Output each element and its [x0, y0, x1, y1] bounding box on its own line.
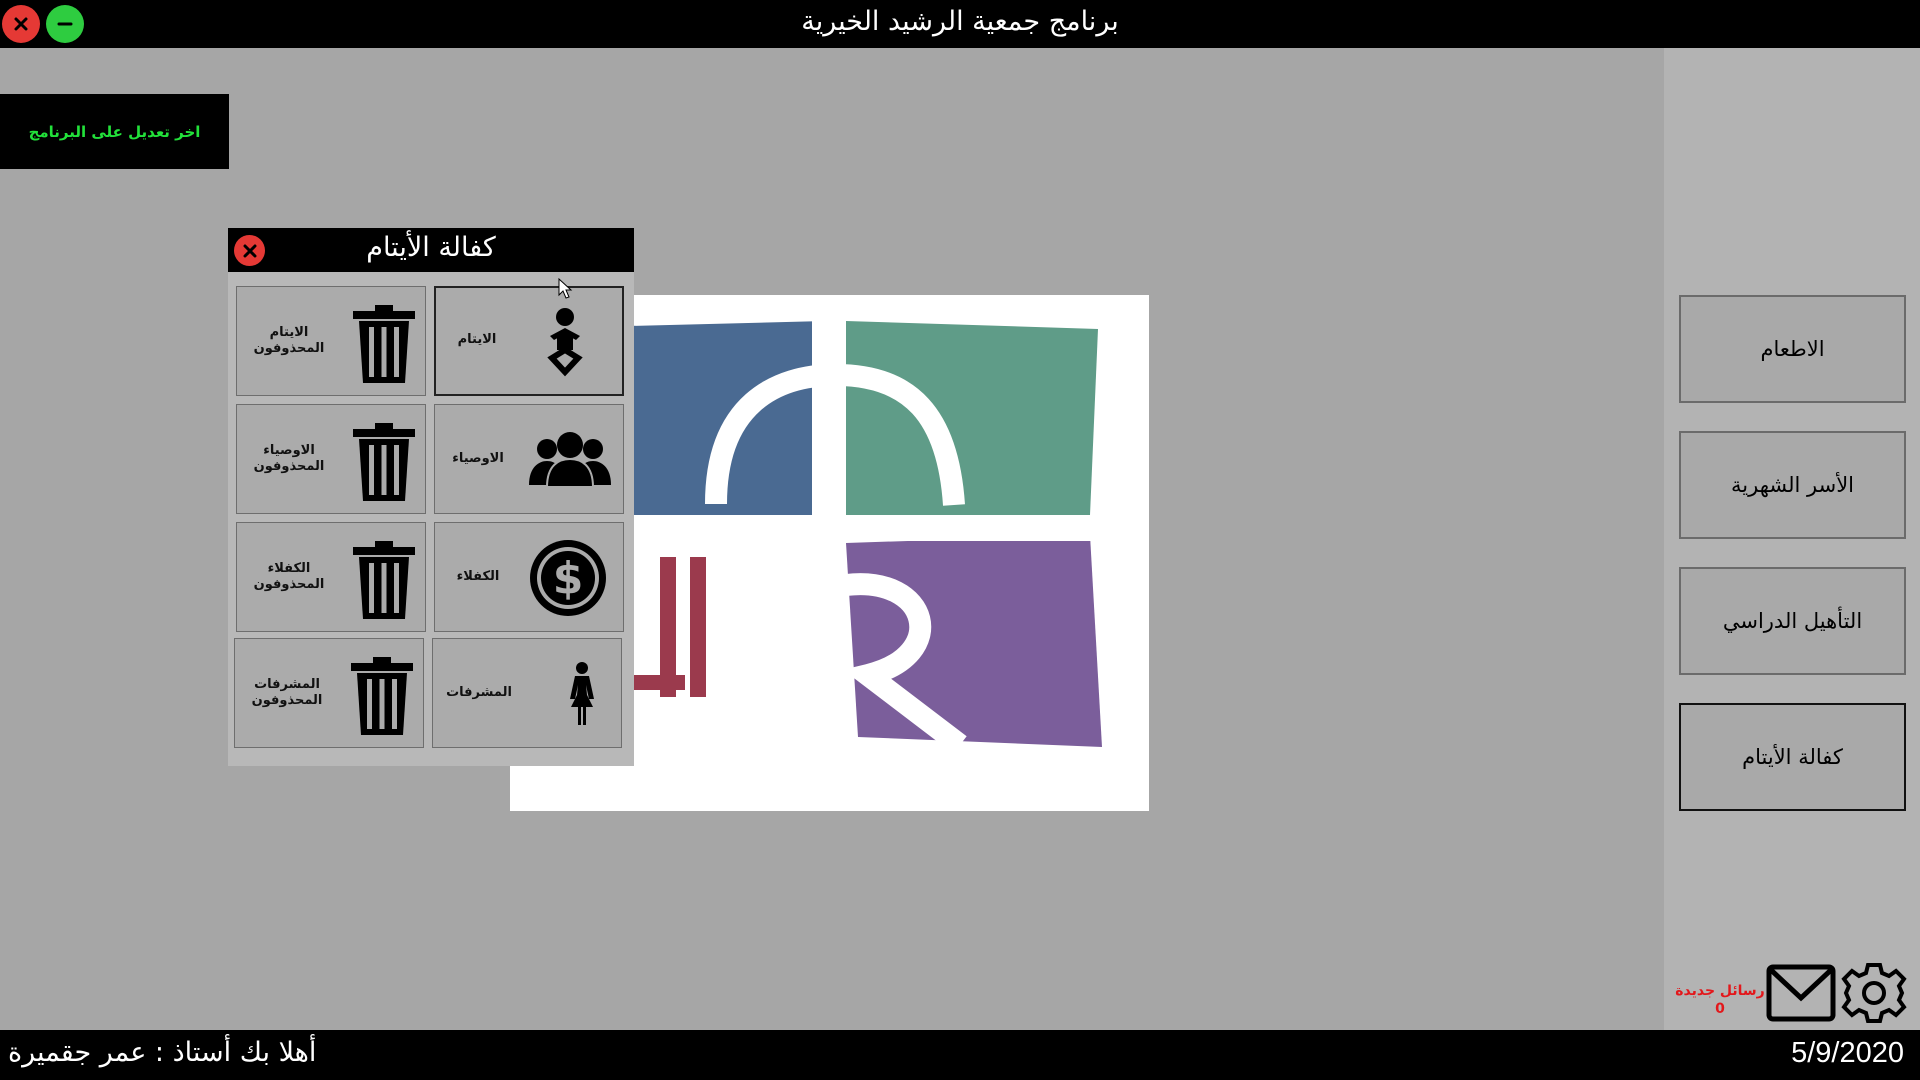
mail-icon[interactable] — [1766, 964, 1836, 1022]
current-date: 5/9/2020 — [1791, 1037, 1904, 1069]
deleted-sponsors-tile[interactable]: الكفلاء المحذوفون — [236, 522, 426, 632]
right-panel — [1664, 48, 1920, 1030]
orphan-sponsorship-popup: كفالة الأيتام الايتام الايتام المحذوفون … — [228, 228, 634, 766]
supervisors-tile[interactable]: المشرفات — [432, 638, 622, 748]
deleted-orphans-tile[interactable]: الايتام المحذوفون — [236, 286, 426, 396]
sponsors-label: الكفلاء — [456, 569, 500, 584]
group-icon — [529, 432, 611, 488]
guardians-label: الاوصياء — [452, 451, 504, 466]
baby-icon — [547, 308, 583, 377]
new-messages-count: 0 — [1715, 1001, 1725, 1017]
supervisors-label: المشرفات — [446, 685, 512, 700]
deleted-supervisors-label: المشرفات المحذوفون — [251, 677, 323, 708]
new-messages-indicator[interactable]: رسائل جديدة 0 — [1672, 982, 1768, 1018]
deleted-guardians-label: الاوصياء المحذوفون — [253, 443, 325, 474]
new-messages-label: رسائل جديدة — [1675, 983, 1765, 999]
nav-orphan-sponsorship-button[interactable]: كفالة الأيتام — [1679, 703, 1906, 811]
nav-feeding-button[interactable]: الاطعام — [1679, 295, 1906, 403]
last-update-button[interactable]: اخر تعديل على البرنامج — [0, 94, 229, 169]
popup-header: كفالة الأيتام — [228, 228, 634, 272]
sponsors-tile[interactable]: الكفلاء $ — [434, 522, 624, 632]
guardians-tile[interactable]: الاوصياء — [434, 404, 624, 514]
woman-icon — [570, 662, 594, 725]
orphans-tile[interactable]: الايتام — [434, 286, 624, 396]
popup-title: كفالة الأيتام — [366, 232, 496, 263]
dollar-icon: $ — [530, 540, 606, 616]
app-title: برنامج جمعية الرشيد الخيرية — [801, 6, 1119, 37]
orphans-label: الايتام — [457, 332, 497, 347]
trash-icon — [353, 541, 415, 619]
svg-text:$: $ — [553, 553, 584, 604]
welcome-text: أهلا بك أستاذ : عمر جقميرة — [8, 1037, 317, 1068]
nav-monthly-families-button[interactable]: الأسر الشهرية — [1679, 431, 1906, 539]
gear-icon[interactable] — [1840, 962, 1908, 1024]
title-bar: برنامج جمعية الرشيد الخيرية — [0, 0, 1920, 48]
deleted-guardians-tile[interactable]: الاوصياء المحذوفون — [236, 404, 426, 514]
status-bar: أهلا بك أستاذ : عمر جقميرة 5/9/2020 — [0, 1030, 1920, 1080]
nav-education-button[interactable]: التأهيل الدراسي — [1679, 567, 1906, 675]
deleted-supervisors-tile[interactable]: المشرفات المحذوفون — [234, 638, 424, 748]
trash-icon — [351, 657, 413, 735]
deleted-sponsors-label: الكفلاء المحذوفون — [253, 561, 325, 592]
mouse-cursor-icon — [558, 278, 573, 299]
trash-icon — [353, 305, 415, 383]
trash-icon — [353, 423, 415, 501]
deleted-orphans-label: الايتام المحذوفون — [253, 325, 325, 356]
